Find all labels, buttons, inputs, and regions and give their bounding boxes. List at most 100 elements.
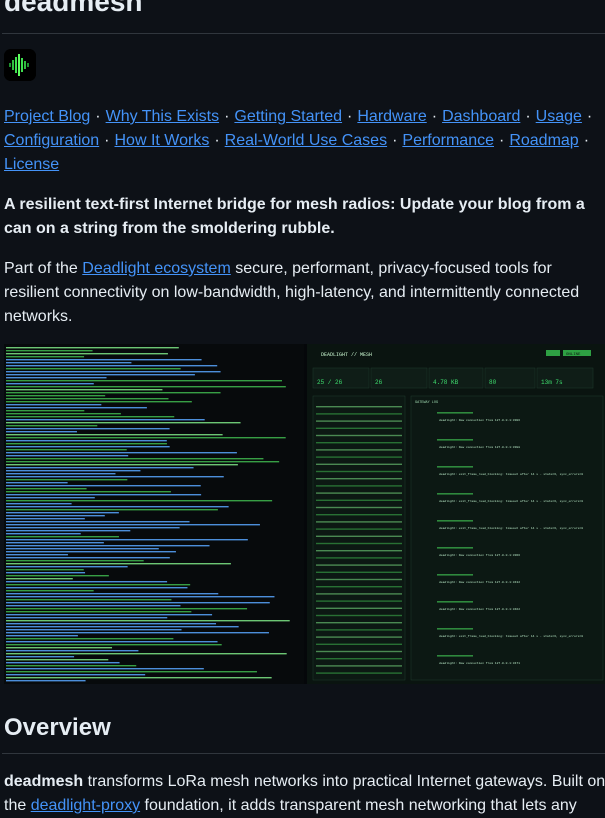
node-row	[316, 456, 402, 458]
deadlight-proxy-link[interactable]: deadlight-proxy	[31, 797, 140, 814]
log-line	[6, 581, 168, 583]
log-line	[6, 455, 129, 457]
node-row	[316, 420, 402, 422]
log-timestamp	[437, 466, 473, 468]
nav-link-performance[interactable]: Performance	[402, 132, 494, 149]
log-line	[6, 518, 85, 520]
stat-value: 80	[489, 379, 497, 386]
stat-value: 4.78 KB	[433, 379, 459, 386]
log-line	[6, 359, 202, 361]
node-row	[316, 672, 402, 674]
node-row	[316, 506, 402, 509]
log-line	[6, 656, 75, 658]
log-line	[6, 383, 94, 385]
log-line	[6, 395, 106, 397]
log-line	[6, 626, 239, 628]
title-divider	[2, 33, 605, 34]
gateway-log-entry: deadlight: New connection from 127.0.0.1…	[439, 418, 520, 422]
log-line	[6, 638, 174, 640]
log-line	[6, 497, 95, 499]
node-row	[316, 622, 402, 624]
stat-value: 13m 7s	[541, 379, 563, 386]
nav-link-hardware[interactable]: Hardware	[357, 108, 426, 125]
log-timestamp	[437, 601, 473, 603]
log-line	[6, 611, 192, 613]
stat-value: 25 / 26	[317, 379, 343, 386]
log-line	[6, 440, 167, 442]
gateway-log-entry: deadlight: New connection from 127.0.0.1…	[439, 580, 520, 584]
nav-separator: ·	[214, 132, 220, 149]
node-row	[316, 535, 402, 537]
log-timestamp	[437, 574, 473, 576]
nav-link-why-this-exists[interactable]: Why This Exists	[106, 108, 220, 125]
nav-separator: ·	[224, 108, 230, 125]
nav-link-dashboard[interactable]: Dashboard	[442, 108, 520, 125]
log-line	[6, 602, 270, 604]
log-line	[6, 407, 147, 409]
tagline: A resilient text-first Internet bridge f…	[4, 196, 585, 237]
log-line	[6, 377, 107, 379]
log-line	[6, 428, 170, 430]
log-line	[6, 659, 109, 661]
log-line	[6, 398, 169, 400]
node-row	[316, 586, 402, 588]
dashboard-title: DEADLIGHT // MESH	[321, 352, 372, 358]
log-line	[6, 560, 144, 562]
gateway-log-entry: deadlight: New connection from 127.0.0.1…	[439, 607, 520, 611]
node-row	[316, 528, 402, 530]
dashboard-screenshot: DEADLIGHT // MESH ONLINE 25 / 26 26 4.78…	[4, 344, 605, 684]
nav-separator: ·	[392, 132, 398, 149]
nav-link-configuration[interactable]: Configuration	[4, 132, 99, 149]
log-line	[6, 470, 141, 472]
gateway-log-entry: deadlight: New connection from 127.0.0.1…	[439, 661, 520, 665]
log-line	[6, 380, 282, 382]
gateway-log-title: GATEWAY LOG	[415, 401, 438, 405]
log-line	[6, 482, 68, 484]
mesh-dashboard-image: DEADLIGHT // MESH ONLINE 25 / 26 26 4.78…	[307, 344, 605, 684]
log-line	[6, 620, 290, 622]
log-line	[6, 533, 81, 535]
log-line	[6, 371, 221, 373]
ecosystem-link[interactable]: Deadlight ecosystem	[82, 260, 231, 277]
log-line	[6, 464, 238, 466]
stat-cards: 25 / 26 26 4.78 KB 80 13m 7s	[312, 367, 594, 389]
nav-link-project-blog[interactable]: Project Blog	[4, 108, 90, 125]
log-line	[6, 653, 287, 655]
nav-link-how-it-works[interactable]: How It Works	[115, 132, 210, 149]
node-row	[316, 499, 402, 501]
gateway-log-entry: deadlight: exit_frame_read_blocking: tim…	[439, 472, 583, 476]
log-line	[6, 593, 219, 595]
nav-link-real-world-use-cases[interactable]: Real-World Use Cases	[225, 132, 387, 149]
node-row	[316, 413, 402, 415]
log-line	[6, 527, 180, 529]
log-line	[6, 521, 190, 523]
node-row	[316, 643, 402, 645]
nav-link-usage[interactable]: Usage	[536, 108, 582, 125]
node-row	[316, 650, 402, 653]
nav-separator: ·	[347, 108, 353, 125]
log-line	[6, 506, 229, 508]
nav-separator: ·	[95, 108, 101, 125]
log-line	[6, 647, 113, 649]
nav-link-license[interactable]: License	[4, 156, 59, 173]
stat-value: 26	[375, 379, 383, 386]
log-line	[6, 677, 272, 679]
terminal-log-image	[6, 347, 290, 682]
log-timestamp	[437, 493, 473, 495]
nav-separator: ·	[499, 132, 505, 149]
nav-link-getting-started[interactable]: Getting Started	[234, 108, 342, 125]
log-timestamp	[437, 412, 473, 414]
node-row	[316, 485, 402, 487]
gateway-log-entry: deadlight: exit_frame_read_blocking: tim…	[439, 499, 583, 503]
log-timestamp	[437, 547, 473, 549]
node-row	[316, 521, 402, 523]
log-line	[6, 665, 137, 667]
deadmesh-logo	[4, 49, 36, 81]
node-row	[316, 629, 402, 631]
gateway-log-entry: deadlight: New connection from 127.0.0.1…	[439, 445, 520, 449]
log-line	[6, 494, 202, 496]
overview-paragraph: deadmesh transforms LoRa mesh networks i…	[4, 770, 605, 818]
nav-link-roadmap[interactable]: Roadmap	[509, 132, 578, 149]
log-line	[6, 410, 85, 412]
node-row	[316, 542, 402, 545]
